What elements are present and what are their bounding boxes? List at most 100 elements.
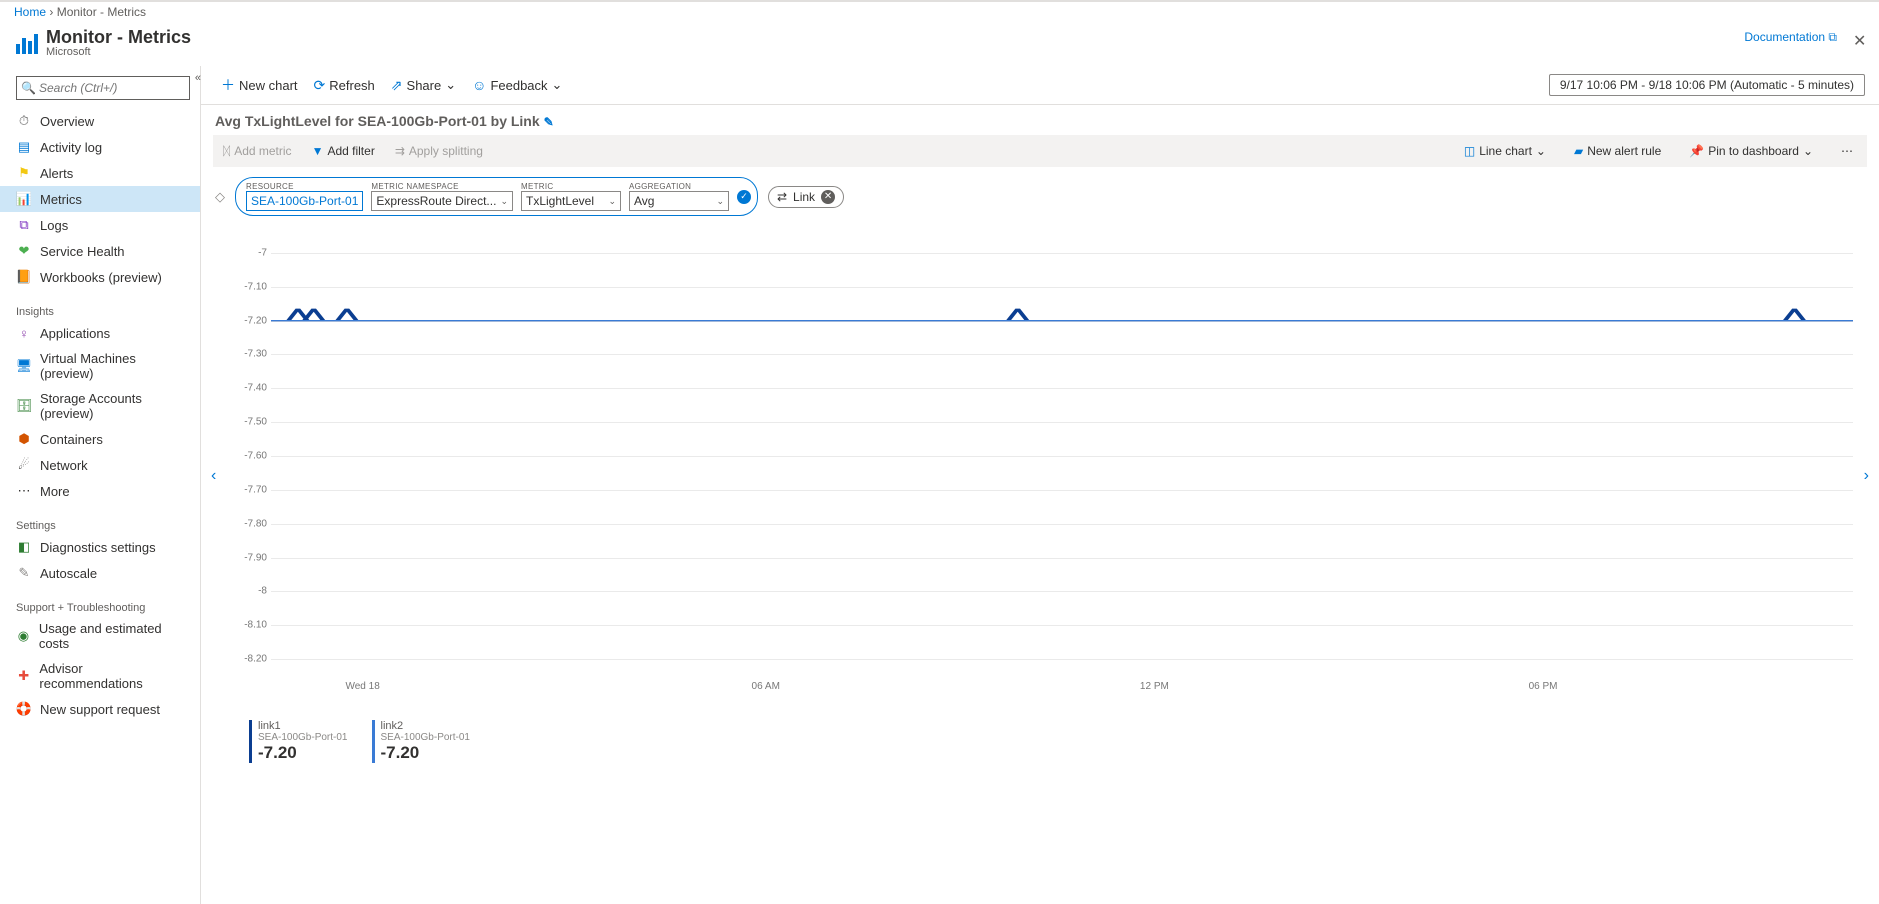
- nav-icon: ⬢: [16, 431, 32, 447]
- sidebar-item-overview[interactable]: ⏱Overview: [0, 108, 200, 134]
- sidebar: « 🔍 ⏱Overview▤Activity log⚑Alerts📊Metric…: [0, 66, 201, 904]
- sidebar-item-virtual-machines-preview-[interactable]: 🖥Virtual Machines (preview): [0, 346, 200, 386]
- aggregation-selector[interactable]: Avg⌄: [629, 191, 729, 211]
- nav-icon: 🖥: [16, 358, 32, 374]
- nav-label: Diagnostics settings: [40, 540, 156, 555]
- sidebar-item-applications[interactable]: ♀Applications: [0, 320, 200, 346]
- nav-icon: ⏱: [16, 113, 32, 129]
- chevron-down-icon: ⌄: [1536, 144, 1546, 158]
- feedback-button[interactable]: ☺Feedback ⌄: [464, 74, 570, 96]
- x-tick-label: Wed 18: [345, 681, 379, 692]
- y-tick-label: -7.80: [241, 518, 267, 529]
- more-icon: ⋯: [1841, 144, 1853, 158]
- legend-value: -7.20: [258, 743, 348, 763]
- sidebar-item-containers[interactable]: ⬢ Containers: [0, 426, 200, 452]
- legend-item[interactable]: link1SEA-100Gb-Port-01-7.20: [249, 720, 348, 763]
- legend-name: link1: [258, 720, 348, 732]
- nav-label: New support request: [40, 702, 160, 717]
- line-icon: ᛞ: [223, 144, 230, 158]
- monitor-logo-icon: [14, 30, 40, 56]
- legend-resource: SEA-100Gb-Port-01: [258, 732, 348, 743]
- line-chart-dropdown[interactable]: ◫Line chart ⌄: [1454, 144, 1556, 158]
- share-button[interactable]: ⇗Share ⌄: [383, 74, 464, 97]
- nav-icon: 🗄: [16, 398, 32, 414]
- nav-icon: ✎: [16, 565, 32, 581]
- sidebar-search: 🔍: [16, 76, 190, 100]
- y-tick-label: -7.50: [241, 417, 267, 428]
- chevron-down-icon: ⌄: [552, 77, 563, 93]
- y-tick-label: -7.10: [241, 281, 267, 292]
- scroll-left-icon[interactable]: ‹: [211, 467, 216, 485]
- add-filter-button[interactable]: ▼Add filter: [302, 144, 385, 158]
- search-input[interactable]: [16, 76, 190, 100]
- remove-split-icon[interactable]: ✕: [821, 190, 835, 204]
- y-tick-label: -7.30: [241, 349, 267, 360]
- sidebar-item-storage-accounts-preview-[interactable]: 🗄Storage Accounts (preview): [0, 386, 200, 426]
- plus-icon: ＋: [221, 75, 235, 95]
- nav-label: Service Health: [40, 244, 125, 259]
- sidebar-item-advisor-recommendations[interactable]: ✚Advisor recommendations: [0, 656, 200, 696]
- pin-dashboard-button[interactable]: 📌Pin to dashboard ⌄: [1679, 144, 1823, 158]
- command-bar: ＋New chart ⟳Refresh ⇗Share ⌄ ☺Feedback ⌄…: [201, 66, 1879, 105]
- refresh-icon: ⟳: [314, 77, 326, 94]
- resource-selector[interactable]: SEA-100Gb-Port-01: [246, 191, 363, 211]
- metric-label: METRIC: [521, 182, 621, 191]
- time-range-picker[interactable]: 9/17 10:06 PM - 9/18 10:06 PM (Automatic…: [1549, 74, 1865, 96]
- new-chart-button[interactable]: ＋New chart: [213, 72, 306, 98]
- breadcrumb-sep: ›: [49, 5, 56, 19]
- split-arrow-icon: ⇄: [777, 190, 787, 204]
- sidebar-item-metrics[interactable]: 📊Metrics: [0, 186, 200, 212]
- close-icon[interactable]: ✕: [1853, 31, 1867, 45]
- nav-icon: ✚: [16, 668, 31, 684]
- chevron-down-icon: ⌄: [608, 196, 616, 207]
- sidebar-item-new-support-request[interactable]: 🛟New support request: [0, 696, 200, 722]
- metric-swatch-icon: ◇: [215, 189, 225, 205]
- documentation-link[interactable]: Documentation ⧉: [1744, 30, 1837, 45]
- confirm-icon[interactable]: ✓: [737, 190, 751, 204]
- sidebar-item-network[interactable]: ☄Network: [0, 452, 200, 478]
- scroll-right-icon[interactable]: ›: [1864, 467, 1869, 485]
- chevron-down-icon: ⌄: [716, 196, 724, 207]
- smiley-icon: ☺: [472, 77, 486, 93]
- nav-label: Usage and estimated costs: [39, 621, 184, 651]
- nav-icon: ⧉: [16, 217, 32, 233]
- chart-plot[interactable]: -8.20-8.10-8-7.90-7.80-7.70-7.60-7.50-7.…: [247, 236, 1853, 676]
- nav-label: Alerts: [40, 166, 73, 181]
- nav-icon: ◉: [16, 628, 31, 644]
- nav-icon: ⚑: [16, 165, 32, 181]
- nav-label: Network: [40, 458, 88, 473]
- y-tick-label: -7.20: [241, 315, 267, 326]
- sidebar-item-autoscale[interactable]: ✎ Autoscale: [0, 560, 200, 586]
- sidebar-item-workbooks-preview-[interactable]: 📙Workbooks (preview): [0, 264, 200, 290]
- nav-label: More: [40, 484, 70, 499]
- legend-item[interactable]: link2SEA-100Gb-Port-01-7.20: [372, 720, 471, 763]
- sidebar-item-logs[interactable]: ⧉Logs: [0, 212, 200, 238]
- new-alert-rule-button[interactable]: ▰New alert rule: [1564, 144, 1671, 158]
- x-tick-label: 06 PM: [1529, 681, 1558, 692]
- nav-icon: ◧: [16, 539, 32, 555]
- pin-icon: 📌: [1689, 144, 1704, 158]
- apply-splitting-button[interactable]: ⇉Apply splitting: [385, 144, 493, 158]
- sidebar-item-more[interactable]: ⋯More: [0, 478, 200, 504]
- nav-icon: ❤: [16, 243, 32, 259]
- legend-resource: SEA-100Gb-Port-01: [381, 732, 471, 743]
- split-pill[interactable]: ⇄ Link ✕: [768, 186, 844, 208]
- namespace-selector[interactable]: ExpressRoute Direct...⌄: [371, 191, 513, 211]
- sidebar-item-usage-and-estimated-costs[interactable]: ◉ Usage and estimated costs: [0, 616, 200, 656]
- more-button[interactable]: ⋯: [1831, 144, 1863, 158]
- sidebar-item-activity-log[interactable]: ▤Activity log: [0, 134, 200, 160]
- nav-label: Workbooks (preview): [40, 270, 162, 285]
- y-tick-label: -8: [241, 586, 267, 597]
- breadcrumb-home[interactable]: Home: [14, 5, 46, 19]
- sidebar-item-diagnostics-settings[interactable]: ◧ Diagnostics settings: [0, 534, 200, 560]
- refresh-button[interactable]: ⟳Refresh: [306, 74, 383, 97]
- chevron-down-icon: ⌄: [1803, 144, 1813, 158]
- nav-label: Autoscale: [40, 566, 97, 581]
- metric-selector[interactable]: TxLightLevel⌄: [521, 191, 621, 211]
- nav-label: Containers: [40, 432, 103, 447]
- add-metric-button[interactable]: ᛞAdd metric: [213, 144, 302, 158]
- edit-icon[interactable]: ✎: [544, 115, 554, 129]
- sidebar-item-service-health[interactable]: ❤ Service Health: [0, 238, 200, 264]
- chevron-down-icon: ⌄: [500, 196, 508, 207]
- sidebar-item-alerts[interactable]: ⚑ Alerts: [0, 160, 200, 186]
